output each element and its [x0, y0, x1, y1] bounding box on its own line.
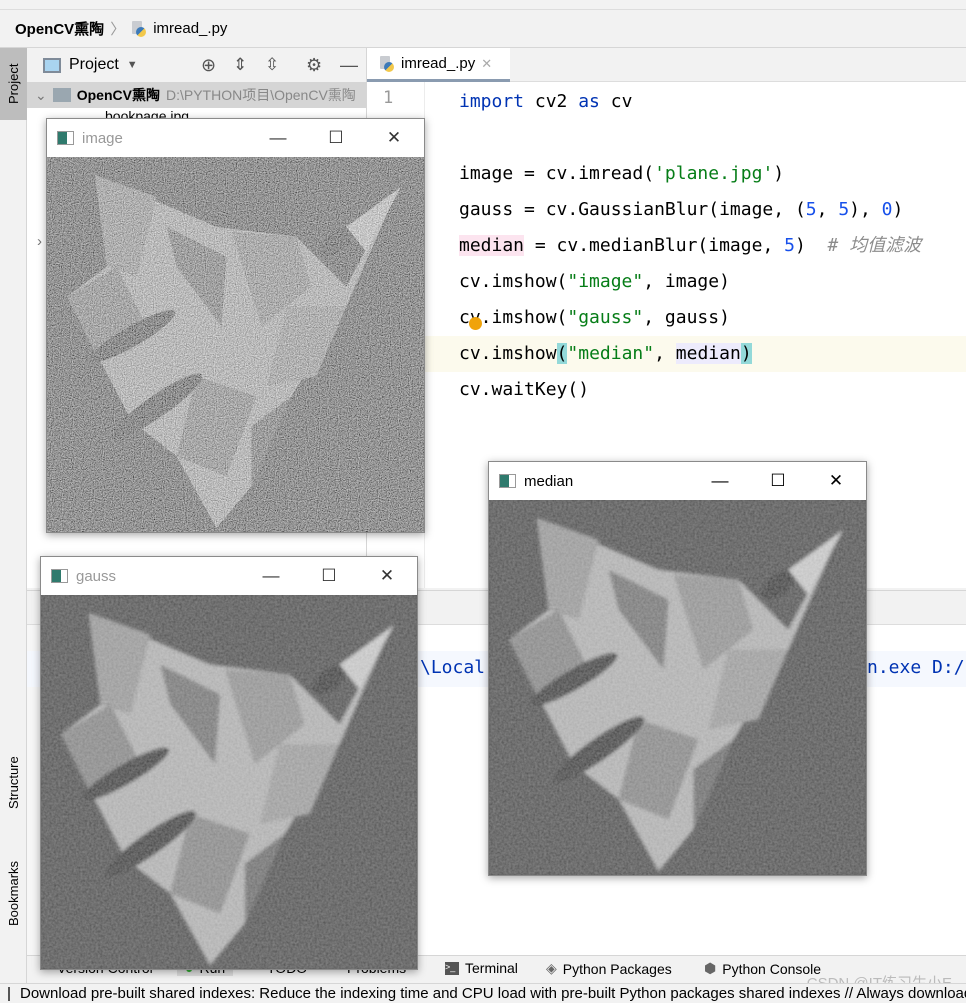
layers-icon: ◈ [546, 960, 557, 976]
window-titlebar[interactable]: image — ☐ ✕ [47, 119, 424, 157]
code-line: cv.imshow("median", median) [459, 343, 752, 364]
breadcrumb-file[interactable]: imread_.py [153, 20, 227, 37]
breadcrumb-project[interactable]: OpenCV熏陶 [15, 18, 104, 39]
python-file-icon [379, 55, 395, 72]
tree-item-root[interactable]: ⌄ OpenCV熏陶 D:\PYTHON项目\OpenCV熏陶 [27, 82, 366, 108]
maximize-icon[interactable]: ☐ [300, 557, 358, 595]
median-plane-image [489, 500, 866, 875]
window-title: median [524, 472, 574, 490]
code-line: import cv2 as cv [459, 91, 633, 112]
python-icon: ⬢ [704, 960, 717, 976]
tool-python-console[interactable]: ⬢ Python Console [704, 960, 821, 977]
window-title: gauss [76, 567, 117, 585]
window-titlebar[interactable]: gauss — ☐ ✕ [41, 557, 417, 595]
tab-imread[interactable]: imread_.py ✕ [367, 48, 510, 82]
tool-terminal[interactable]: >_ Terminal [445, 960, 518, 976]
status-bar: Download pre-built shared indexes: Reduc… [0, 983, 966, 1003]
editor-tabs: imread_.py ✕ [367, 48, 966, 82]
code-line: median = cv.medianBlur(image, 5) # 均值滤波 [459, 235, 922, 256]
maximize-icon[interactable]: ☐ [749, 462, 807, 500]
code-line: cv.imshow("image", image) [459, 271, 730, 292]
project-panel-header: Project ▼ ⊕ ⇕ ⇳ ⚙ — [27, 48, 366, 82]
expand-all-icon[interactable]: ⇕ [233, 55, 247, 75]
minimize-icon[interactable]: — [691, 462, 749, 500]
app-icon [57, 131, 74, 145]
close-icon[interactable]: ✕ [358, 557, 416, 595]
tool-python-packages[interactable]: ◈ Python Packages [546, 960, 672, 977]
gauss-plane-image [41, 595, 417, 969]
terminal-icon: >_ [445, 961, 459, 975]
sidebar-tab-bookmarks[interactable]: Bookmarks [0, 843, 27, 943]
app-icon [499, 474, 516, 488]
python-file-icon [131, 20, 147, 37]
collapse-all-icon[interactable]: ⇳ [265, 55, 279, 75]
window-title-bar [0, 0, 966, 10]
cv-window-median[interactable]: median — ☐ ✕ [488, 461, 867, 876]
sidebar-tab-label: Structure [6, 756, 21, 810]
cv-window-gauss[interactable]: gauss — ☐ ✕ [40, 556, 418, 970]
close-icon[interactable]: ✕ [481, 56, 492, 72]
lightbulb-icon[interactable] [469, 317, 482, 330]
root-folder-path: D:\PYTHON项目\OpenCV熏陶 [165, 87, 356, 103]
window-title: image [82, 129, 123, 147]
sidebar-tab-structure[interactable]: Structure [0, 738, 27, 828]
line-number: 1 [383, 88, 394, 108]
sidebar-tab-label: Bookmarks [6, 860, 21, 926]
close-icon[interactable]: ✕ [365, 119, 423, 157]
tab-label: imread_.py [401, 55, 476, 72]
breadcrumb: OpenCV熏陶 〉 imread_.py [0, 10, 966, 48]
chevron-right-icon[interactable]: › [37, 233, 42, 250]
close-icon[interactable]: ✕ [807, 462, 865, 500]
code-line: cv.imshow("gauss", gauss) [459, 307, 730, 328]
root-folder-name: OpenCV熏陶 [76, 87, 160, 103]
sidebar-tab-label: Project [6, 63, 21, 105]
cv-window-image[interactable]: image — ☐ ✕ [46, 118, 425, 533]
code-line: image = cv.imread('plane.jpg') [459, 163, 785, 184]
status-message[interactable]: Download pre-built shared indexes: Reduc… [20, 985, 966, 1002]
minimize-icon[interactable]: — [242, 557, 300, 595]
locate-icon[interactable]: ⊕ [201, 55, 216, 76]
sidebar-tab-project[interactable]: Project [0, 48, 27, 120]
maximize-icon[interactable]: ☐ [307, 119, 365, 157]
chevron-right-icon: 〉 [110, 21, 126, 38]
noisy-plane-image [47, 157, 424, 532]
left-tool-stripe: Project Structure Bookmarks [0, 48, 27, 983]
folder-icon [52, 88, 71, 102]
gear-icon[interactable]: ⚙ [306, 55, 322, 76]
code-line: cv.waitKey() [459, 379, 590, 400]
project-view-selector[interactable]: Project [69, 56, 119, 74]
panel-toggle-icon[interactable] [8, 986, 10, 1001]
run-output-text: \Local [420, 657, 486, 678]
chevron-down-icon[interactable]: ⌄ [35, 87, 47, 104]
window-titlebar[interactable]: median — ☐ ✕ [489, 462, 866, 500]
minimize-icon[interactable]: — [249, 119, 307, 157]
app-icon [51, 569, 68, 583]
hide-icon[interactable]: — [340, 55, 358, 76]
code-line: gauss = cv.GaussianBlur(image, (5, 5), 0… [459, 199, 904, 220]
project-view-icon [43, 57, 61, 73]
chevron-down-icon[interactable]: ▼ [127, 59, 138, 71]
run-output-text: n.exe D:/ [867, 657, 965, 678]
